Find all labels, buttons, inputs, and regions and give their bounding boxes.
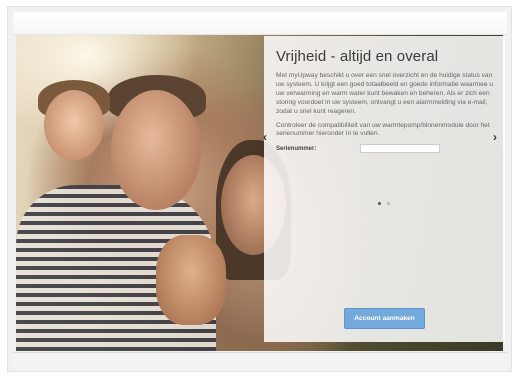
top-bar: [13, 12, 507, 35]
footer-bar: [13, 352, 507, 371]
hero-arm-decoration: [156, 235, 226, 325]
info-panel: ‹ › Vrijheid - altijd en overal Met myUp…: [263, 36, 505, 342]
serial-number-label: Serienummer:: [276, 145, 317, 152]
hero-face-decoration: [44, 90, 104, 160]
prev-slide-arrow-icon[interactable]: ‹: [263, 131, 267, 143]
panel-title: Vrijheid - altijd en overal: [276, 48, 439, 65]
create-account-button[interactable]: Account aanmaken: [344, 308, 425, 329]
slide-dot[interactable]: [378, 202, 381, 205]
panel-instruction: Controleer de compatibiliteit van uw war…: [276, 121, 490, 138]
slide-indicator: [378, 202, 390, 205]
slide-dot[interactable]: [387, 202, 390, 205]
serial-number-input[interactable]: [360, 144, 440, 154]
next-slide-arrow-icon[interactable]: ›: [493, 131, 497, 143]
hero-face-decoration: [111, 90, 201, 210]
panel-description: Met myUpway beschikt u over een snel ove…: [276, 72, 493, 115]
serial-number-row: Serienummer:: [276, 144, 495, 154]
